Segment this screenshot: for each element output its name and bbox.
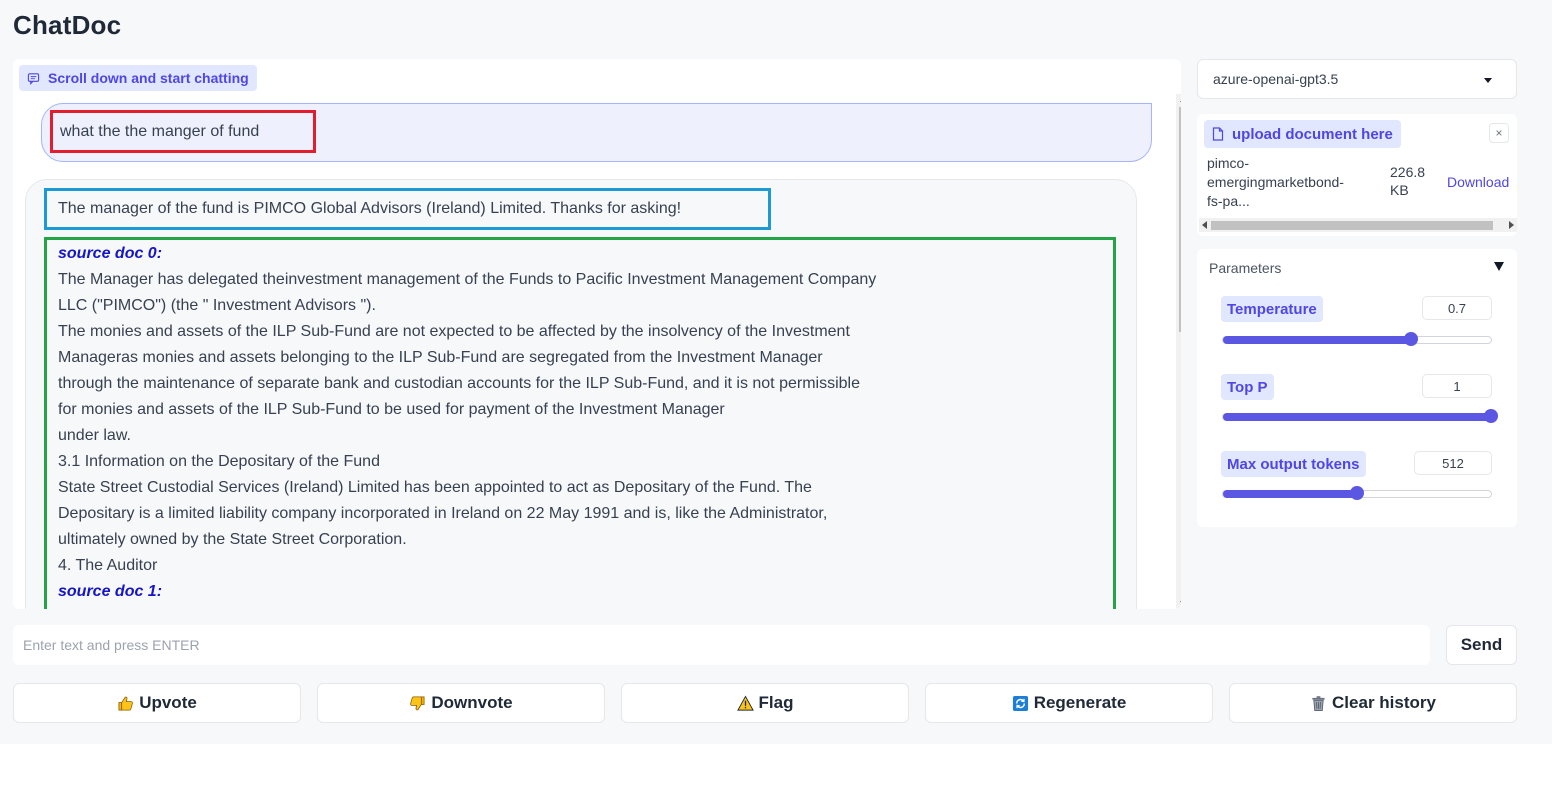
- regenerate-button[interactable]: Regenerate: [925, 683, 1213, 723]
- scroll-up-arrow[interactable]: [1180, 97, 1181, 102]
- flag-label: Flag: [758, 693, 794, 712]
- temperature-value[interactable]: 0.7: [1422, 296, 1492, 320]
- file-size-value: 226.8: [1390, 164, 1426, 180]
- user-message-text: what the the manger of fund: [50, 110, 316, 153]
- thumbs-down-icon: [410, 696, 425, 710]
- uploaded-file-size: 226.8 KB: [1390, 163, 1430, 199]
- send-button[interactable]: Send: [1446, 625, 1517, 665]
- parameters-panel: Parameters Temperature 0.7 Top P 1 Max o…: [1197, 249, 1517, 527]
- file-list-scrollbar[interactable]: [1199, 218, 1517, 232]
- slider-fill: [1223, 490, 1357, 498]
- message-input[interactable]: [13, 625, 1430, 665]
- max-tokens-slider[interactable]: [1222, 486, 1492, 500]
- close-icon[interactable]: ×: [1489, 123, 1509, 143]
- regenerate-label: Regenerate: [1033, 693, 1127, 712]
- parameters-title[interactable]: Parameters: [1209, 260, 1281, 276]
- slider-handle[interactable]: [1350, 486, 1364, 500]
- slider-fill: [1223, 336, 1411, 344]
- app-title: ChatDoc: [13, 10, 122, 40]
- model-select[interactable]: azure-openai-gpt3.5: [1197, 59, 1517, 99]
- bot-message: The manager of the fund is PIMCO Global …: [25, 179, 1137, 609]
- scroll-down-arrow[interactable]: [1180, 601, 1181, 606]
- refresh-icon: [1012, 695, 1028, 711]
- warning-icon: [736, 694, 754, 711]
- source-doc-line: under law.: [58, 427, 131, 444]
- top-p-label: Top P: [1221, 374, 1274, 400]
- chat-bubble-icon: [27, 72, 40, 85]
- source-doc-line: The monies and assets of the ILP Sub-Fun…: [58, 323, 850, 340]
- slider-fill: [1223, 413, 1491, 421]
- thumbs-up-icon: [118, 696, 134, 710]
- upvote-button[interactable]: Upvote: [13, 683, 301, 723]
- collapse-triangle-icon[interactable]: [1494, 262, 1504, 271]
- upload-label-text: upload document here: [1232, 125, 1393, 143]
- slider-handle[interactable]: [1403, 332, 1418, 346]
- slider-handle[interactable]: [1484, 409, 1498, 423]
- scrollbar-thumb[interactable]: [1211, 221, 1493, 230]
- source-documents: source doc 0: The Manager has delegated t…: [44, 237, 1116, 609]
- file-name-line: fs-pa...: [1207, 193, 1250, 209]
- scroll-right-arrow[interactable]: [1509, 221, 1514, 229]
- bot-answer-text: The manager of the fund is PIMCO Global …: [44, 188, 771, 230]
- downvote-label: Downvote: [431, 693, 513, 712]
- source-doc-line: The Manager has delegated theinvestment …: [58, 271, 877, 288]
- source-doc-line: for monies and assets of the ILP Sub-Fun…: [58, 401, 725, 418]
- source-doc-line: through the maintenance of separate bank…: [58, 375, 860, 392]
- source-doc-heading: source doc 0:: [58, 245, 163, 262]
- file-name-line: pimco-: [1207, 155, 1250, 171]
- chat-label: Scroll down and start chatting: [19, 65, 257, 91]
- trash-icon: [1312, 695, 1325, 711]
- source-doc-line: State Street Custodial Services (Ireland…: [58, 479, 812, 496]
- download-link[interactable]: Download: [1447, 174, 1509, 190]
- chat-scrollbar[interactable]: [1176, 94, 1181, 609]
- source-doc-line: LLC ("PIMCO") (the " Investment Advisors…: [58, 297, 376, 314]
- max-tokens-value[interactable]: 512: [1414, 451, 1492, 475]
- file-icon: [1212, 127, 1224, 141]
- flag-button[interactable]: Flag: [621, 683, 909, 723]
- file-size-unit: KB: [1390, 182, 1409, 198]
- top-p-slider[interactable]: [1222, 409, 1498, 423]
- source-doc-line: 3.1 Information on the Depositary of the…: [58, 453, 380, 470]
- app-window: ChatDoc Scroll down and start chatting w…: [0, 0, 1552, 744]
- user-message: what the the manger of fund: [41, 103, 1152, 162]
- temperature-label: Temperature: [1221, 296, 1323, 322]
- source-doc-line: Depositary is a limited liability compan…: [58, 505, 828, 522]
- source-doc-heading: source doc 1:: [58, 583, 163, 600]
- file-name-line: emergingmarketbond-: [1207, 174, 1344, 190]
- chat-label-text: Scroll down and start chatting: [48, 70, 249, 86]
- downvote-button[interactable]: Downvote: [317, 683, 605, 723]
- uploaded-file-name: pimco- emergingmarketbond- fs-pa...: [1207, 154, 1377, 211]
- source-doc-line: ultimately owned by the State Street Cor…: [58, 531, 407, 548]
- model-select-value: azure-openai-gpt3.5: [1213, 71, 1339, 87]
- max-tokens-label: Max output tokens: [1221, 451, 1366, 477]
- upvote-label: Upvote: [139, 693, 197, 712]
- chevron-down-icon: [1484, 78, 1492, 83]
- scroll-left-arrow[interactable]: [1202, 221, 1207, 229]
- temperature-slider[interactable]: [1222, 332, 1492, 346]
- top-p-value[interactable]: 1: [1422, 374, 1492, 398]
- clear-history-button[interactable]: Clear history: [1229, 683, 1517, 723]
- scrollbar-thumb[interactable]: [1179, 107, 1181, 332]
- source-doc-line: 4. The Auditor: [58, 557, 158, 574]
- clear-history-label: Clear history: [1332, 693, 1436, 712]
- chat-panel: Scroll down and start chatting what the …: [13, 59, 1181, 609]
- upload-label: upload document here: [1204, 120, 1401, 148]
- upload-panel: upload document here pimco- emergingmark…: [1197, 114, 1517, 236]
- source-doc-line: Manageras monies and assets belonging to…: [58, 349, 823, 366]
